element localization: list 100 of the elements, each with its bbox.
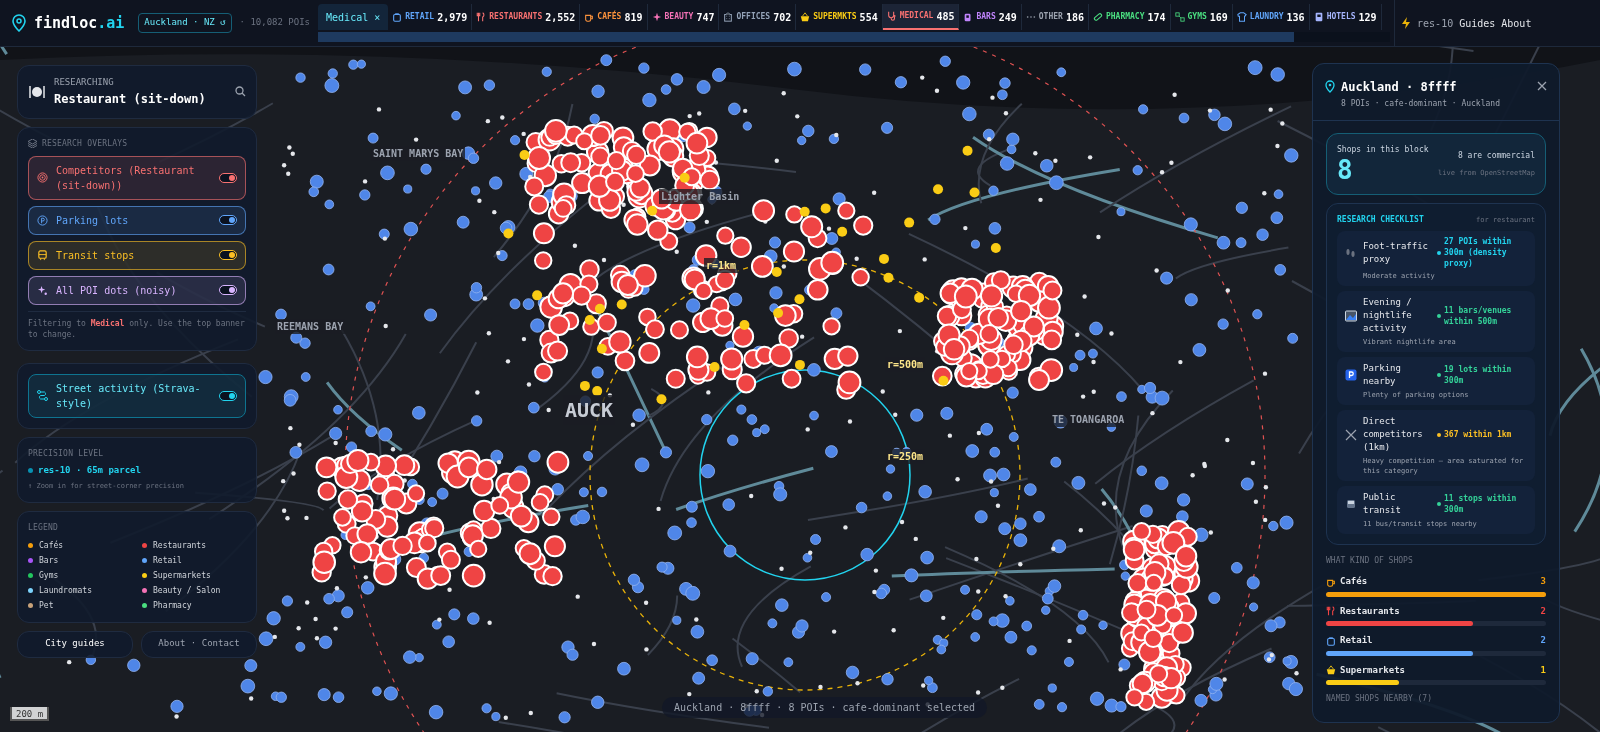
checklist-reading: 11 stops within 300m [1444,493,1518,515]
layers-icon [28,139,37,148]
shop-kind-label: Cafés [1340,575,1369,588]
night-photo-icon [1345,309,1357,322]
legend-label: Retail [153,554,182,567]
stethoscope-icon [886,11,897,21]
category-tab[interactable]: SUPERMKTS 554 [796,4,883,30]
sparkle-icon [37,284,48,296]
overlay-option[interactable]: Competitors (Restaurant (sit-down)) [28,155,246,200]
legend-label: Pharmacy [153,599,192,612]
footprints-icon [1345,246,1357,259]
checklist-title: Foot-traffic proxy [1363,239,1430,266]
dumbbell-icon [1174,12,1185,22]
legend-label: Beauty / Salon [153,584,221,597]
resolution-link[interactable]: res-10 [1417,15,1454,31]
target-icon [37,172,48,183]
checklist-title: Public transit [1363,491,1402,517]
shop-kind-count: 2 [1540,604,1546,618]
section-heading: WHAT KIND OF SHOPS [1326,555,1414,567]
city-guides-button[interactable]: City guides [17,630,133,658]
category-tab[interactable]: LAUNDRY 136 [1232,4,1310,30]
checklist-title: Evening / nightlife activity [1363,296,1413,335]
category-tab[interactable]: OFFICES 702 [719,4,797,30]
city-selector[interactable]: Auckland · NZ ↺ [138,13,232,33]
pill-icon [1092,12,1103,22]
nav-link[interactable]: About [1501,15,1532,31]
overlay-option[interactable]: All POI dots (noisy) [28,275,246,305]
caption: RESEARCHING [54,76,115,89]
legend-label: Supermarkets [153,569,211,582]
plate-icon [28,84,46,99]
shop-count: 8 [1337,156,1354,184]
category-tab[interactable]: MEDICAL 485 [882,4,960,30]
detail-subtitle: 8 POIs · cafe-dominant · Auckland [1341,98,1501,110]
precision-value: res-10 · 65m parcel [38,463,141,477]
toggle-switch[interactable] [219,215,237,225]
location-pin-icon [1325,80,1335,93]
bag-icon [392,12,403,22]
category-tab[interactable]: RETAIL 2,979 [388,4,473,30]
building-icon [723,12,734,22]
section-heading: RESEARCH OVERLAYS [42,137,128,150]
search-icon [235,86,246,98]
category-tab[interactable]: OTHER 186 [1021,4,1089,30]
legend-label: Gyms [39,569,59,582]
category-tab[interactable]: PHARMACY 174 [1088,4,1171,30]
about-contact-link[interactable]: About · Contact [141,630,257,658]
category-tab[interactable]: CAFÉS 819 [580,4,648,30]
poi-count: · 10,082 POIs [239,16,311,30]
logo[interactable]: findloc.ai [34,11,125,35]
scale-bar: 200 m [10,707,50,721]
research-title: Restaurant (sit-down) [54,90,207,108]
parking-icon [1345,369,1357,381]
selection-status: Auckland · 8ffff · 8 POIs · cafe-dominant selected [662,697,988,718]
nav-link[interactable]: Guides [1459,15,1496,31]
category-tab[interactable]: BARS 249 [959,4,1022,30]
radius-label: r=1km [704,258,739,273]
basket-icon [1326,665,1336,676]
category-tab[interactable]: GYMS 169 [1170,4,1233,30]
legend-label: Pet [39,599,54,612]
overlay-option[interactable]: Street activity (Strava-style) [28,373,246,418]
overlay-option[interactable]: Parking lots [28,205,246,235]
sparkle-icon [651,12,662,22]
close-icon [1537,81,1547,91]
basket-icon [800,12,811,22]
section-heading: NAMED SHOPS NEARBY (7) [1326,693,1433,705]
tram-icon [1345,498,1357,510]
shop-kind-count: 3 [1540,575,1546,588]
bus-icon [37,249,48,261]
category-tab[interactable]: HOTELS 129 [1309,4,1382,30]
section-heading: PRECISION LEVEL [28,447,105,460]
map-place-label: SAINT MARYS BAY [371,146,466,161]
category-tab[interactable]: BEAUTY 747 [647,4,720,30]
shop-kind-label: Supermarkets [1340,663,1407,677]
checklist-reading: 19 lots within 300m [1444,364,1513,386]
section-heading: LEGEND [28,521,60,534]
checklist-title: Direct competitors (1km) [1363,415,1424,454]
caption: Shops in this block [1337,144,1429,156]
legend-label: Restaurants [153,539,206,552]
overlay-option[interactable]: Transit stops [28,240,246,270]
shop-kind-label: Restaurants [1340,604,1401,618]
checklist-reading: 367 within 1km [1444,429,1512,440]
bag-icon [1326,635,1336,646]
filter-chip[interactable]: Medical × [318,4,389,30]
door-icon [1313,12,1324,22]
location-pin-icon [12,14,26,32]
checklist-reading: 27 POIs within 300m (density proxy) [1444,236,1513,269]
legend-label: Cafés [39,539,64,552]
scrollbar[interactable] [318,32,1391,42]
map-place-label: Lighter Basin [659,189,742,204]
checklist-title: Parking nearby [1363,362,1402,388]
toggle-switch[interactable] [219,285,237,295]
toggle-switch[interactable] [219,390,237,401]
shop-kind-label: Retail [1340,634,1374,647]
fork-knife-icon [1326,606,1336,617]
toggle-switch[interactable] [219,172,237,183]
legend-label: Laundromats [39,584,92,597]
status-dot-icon [28,467,33,473]
toggle-switch[interactable] [219,250,237,260]
shop-kind-count: 1 [1540,663,1546,677]
category-tab[interactable]: RESTAURANTS 2,552 [472,4,581,30]
commercial-count: 8 are commercial [1457,150,1535,162]
